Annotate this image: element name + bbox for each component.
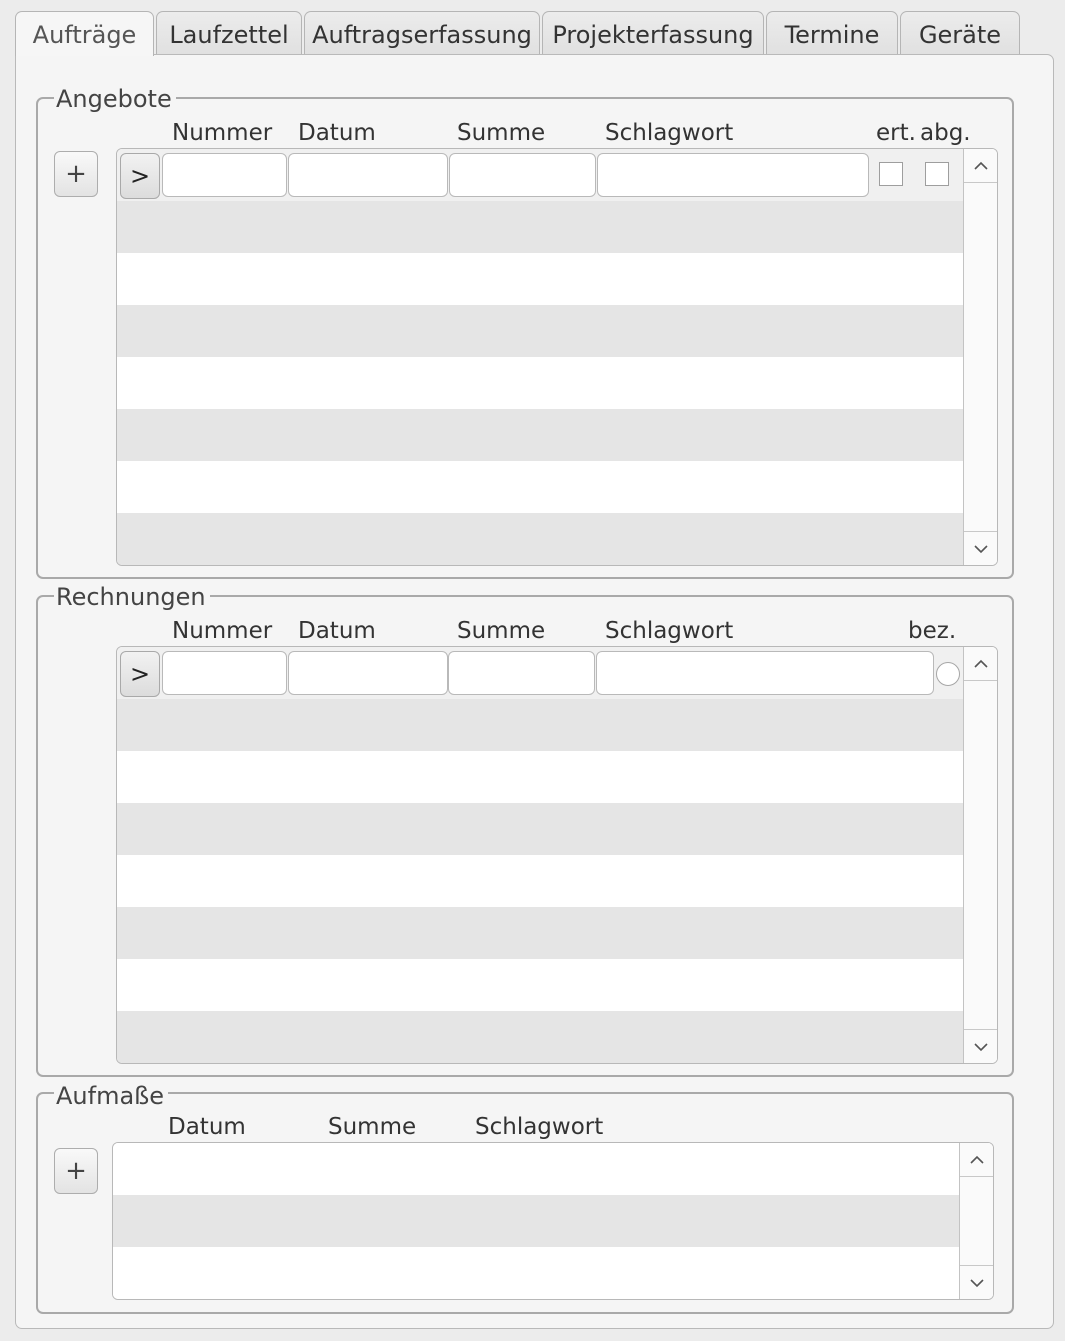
scroll-down-button[interactable] xyxy=(964,531,997,565)
rechnungen-list[interactable]: > xyxy=(116,646,998,1064)
aufmasse-col-summe: Summe xyxy=(328,1114,417,1140)
tab-geraete[interactable]: Geräte xyxy=(900,11,1020,55)
angebote-col-summe: Summe xyxy=(457,120,546,146)
rechnungen-scrollbar[interactable] xyxy=(963,647,997,1063)
tab-termine[interactable]: Termine xyxy=(766,11,898,55)
rechnungen-col-summe: Summe xyxy=(457,618,546,644)
rechnungen-col-nummer: Nummer xyxy=(172,618,273,644)
chevron-up-icon xyxy=(969,1155,984,1164)
angebote-col-datum: Datum xyxy=(298,120,376,146)
table-row[interactable] xyxy=(117,513,964,565)
table-row[interactable] xyxy=(117,305,964,357)
rechnungen-filter-summe[interactable] xyxy=(448,651,595,695)
angebote-filter-summe[interactable] xyxy=(449,153,596,197)
table-row[interactable] xyxy=(117,803,964,855)
table-row[interactable] xyxy=(117,855,964,907)
rechnungen-title: Rechnungen xyxy=(54,582,210,612)
chevron-down-icon xyxy=(973,1042,988,1051)
angebote-list[interactable]: > xyxy=(116,148,998,566)
table-row[interactable] xyxy=(117,699,964,751)
rechnungen-col-schlagwort: Schlagwort xyxy=(605,618,734,644)
aufmasse-col-datum: Datum xyxy=(168,1114,246,1140)
table-row[interactable] xyxy=(117,253,964,305)
rechnungen-filter-nummer[interactable] xyxy=(162,651,287,695)
angebote-filter-schlagwort[interactable] xyxy=(597,153,869,197)
table-row[interactable] xyxy=(113,1247,960,1299)
table-row[interactable] xyxy=(117,201,964,253)
angebote-filter-nummer[interactable] xyxy=(162,153,287,197)
chevron-up-icon xyxy=(973,161,988,170)
rechnungen-filter-bez-radio[interactable] xyxy=(936,662,960,686)
angebote-filter-abg-checkbox[interactable] xyxy=(925,162,949,186)
aufmasse-title: Aufmaße xyxy=(54,1081,169,1111)
table-row[interactable] xyxy=(117,409,964,461)
table-row[interactable] xyxy=(117,1011,964,1063)
table-row[interactable] xyxy=(117,461,964,513)
table-row[interactable] xyxy=(117,751,964,803)
angebote-filter-datum[interactable] xyxy=(288,153,448,197)
chevron-down-icon xyxy=(973,544,988,553)
rechnungen-filter-datum[interactable] xyxy=(288,651,448,695)
chevron-up-icon xyxy=(973,659,988,668)
scroll-down-button[interactable] xyxy=(964,1029,997,1063)
table-row[interactable] xyxy=(117,959,964,1011)
table-row[interactable] xyxy=(113,1143,960,1195)
chevron-down-icon xyxy=(969,1278,984,1287)
angebote-col-schlagwort: Schlagwort xyxy=(605,120,734,146)
rechnungen-filter-go-button[interactable]: > xyxy=(120,651,160,697)
scroll-up-button[interactable] xyxy=(964,647,997,681)
angebote-filter-ert-checkbox[interactable] xyxy=(879,162,903,186)
angebote-col-abg: abg. xyxy=(920,120,971,146)
aufmasse-scrollbar[interactable] xyxy=(959,1143,993,1299)
tab-bar: Aufträge Laufzettel Auftragserfassung Pr… xyxy=(15,11,1022,56)
aufmasse-col-schlagwort: Schlagwort xyxy=(475,1114,604,1140)
tab-auftraege[interactable]: Aufträge xyxy=(15,11,154,56)
angebote-col-ert: ert. xyxy=(876,120,916,146)
tab-projekterfassung[interactable]: Projekterfassung xyxy=(542,11,764,55)
angebote-add-button[interactable]: + xyxy=(54,151,98,197)
app-window: Aufträge Laufzettel Auftragserfassung Pr… xyxy=(0,0,1065,1341)
angebote-filter-go-button[interactable]: > xyxy=(120,153,160,199)
aufmasse-list[interactable] xyxy=(112,1142,994,1300)
scroll-up-button[interactable] xyxy=(960,1143,993,1177)
tab-laufzettel[interactable]: Laufzettel xyxy=(156,11,302,55)
table-row[interactable] xyxy=(117,907,964,959)
rechnungen-filter-schlagwort[interactable] xyxy=(596,651,934,695)
angebote-title: Angebote xyxy=(54,84,176,114)
angebote-col-nummer: Nummer xyxy=(172,120,273,146)
tab-auftragserfassung[interactable]: Auftragserfassung xyxy=(304,11,540,55)
angebote-scrollbar[interactable] xyxy=(963,149,997,565)
scroll-down-button[interactable] xyxy=(960,1265,993,1299)
table-row[interactable] xyxy=(113,1195,960,1247)
rechnungen-col-bez: bez. xyxy=(908,618,957,644)
scroll-up-button[interactable] xyxy=(964,149,997,183)
aufmasse-add-button[interactable]: + xyxy=(54,1148,98,1194)
rechnungen-col-datum: Datum xyxy=(298,618,376,644)
table-row[interactable] xyxy=(117,357,964,409)
